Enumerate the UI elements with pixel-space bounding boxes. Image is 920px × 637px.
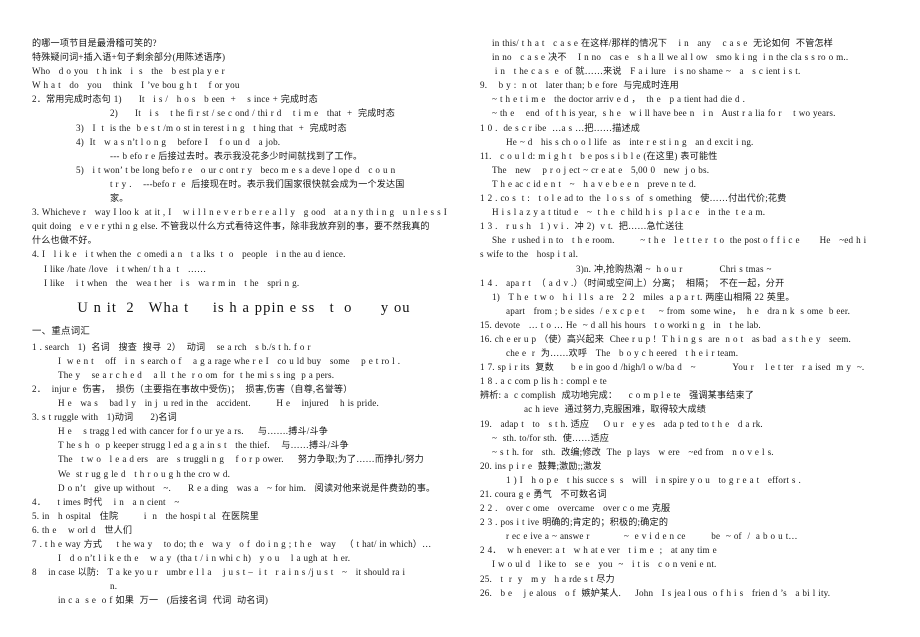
text-line: ~ t h e t i m e the doctor arriv e d ， t…: [492, 94, 746, 105]
text-line: 1 2 . co s t : t o l e ad to the l o s s…: [480, 193, 787, 204]
text-line: T he s h o p keeper strugg l ed a g a in…: [58, 440, 349, 451]
text-line: 6. th e w orl d 世人们: [32, 524, 133, 535]
text-line: 4． t imes 时代 i n a n cient ~: [32, 496, 180, 507]
right-column: in this/ t h a t c a s e 在这样/那样的情况下 i n …: [480, 36, 904, 600]
text-line: in this/ t h a t c a s e 在这样/那样的情况下 i n …: [492, 38, 834, 48]
text-line: She r ushed i n to t h e room. ~ t h e l…: [492, 235, 867, 246]
text-line: che e r 为……欢呼 The b o y c h eered t h e …: [506, 348, 739, 359]
text-line: 19. adap t to s t h. 适应 O u r e y es ada…: [480, 418, 763, 429]
text-line: s wife to the hosp i t al.: [480, 249, 579, 260]
text-line: 家。: [110, 193, 129, 204]
text-line: 9. b y : n ot later than; b e fore 与完成时连…: [480, 80, 679, 91]
text-line: H e s tragg l ed with cancer for f o ur …: [58, 426, 329, 437]
text-line: 3)n. 冲,抢购热潮 ~ h o u r Chri s tmas ~: [576, 263, 772, 274]
text-line: ~ s t h. for sth. 改编;修改 The p lays w ere…: [492, 446, 774, 457]
text-line: H e wa s bad l y in j u red in the accid…: [58, 398, 379, 409]
text-line: 2．常用完成时态句 1) It i s / h o s b een + s in…: [32, 94, 318, 105]
text-line: I w o ul d l ike to se e you ~ i t is c …: [492, 559, 717, 570]
text-line: apart from ; b e sides / e x c p e t ~ f…: [506, 305, 851, 316]
text-line: in c a s e o f 如果 万一 (后接名词 代词 动名词): [58, 595, 269, 606]
text-line: Who d o you t h ink i s the b est pla y …: [32, 66, 225, 77]
text-line: T h e ac c id e n t ~ h a v e b e e n pr…: [492, 178, 697, 189]
text-line: 2) It i s t he fi r st / se c ond / thi …: [110, 108, 396, 119]
text-line: 2 4． w h enever: a t w h at e ver t i m …: [480, 545, 717, 556]
left-column-vocab-block: 1 . search 1) 名词 搜查 搜寻 2） 动词 se a rch s …: [32, 340, 456, 608]
text-line: ~ sth. to/for sth. 使……适应: [492, 432, 610, 443]
text-line: The y se a r c h e d a ll t he r o om fo…: [58, 369, 335, 380]
text-line: 5) i t won’ t be long befo r e o ur c on…: [76, 164, 396, 175]
text-line: I like /hate /love i t when/ t h a t ……: [44, 263, 207, 274]
text-line: 的哪一项节目是最滑稽可笑的?: [32, 38, 157, 48]
text-line: 25. t r y m y h a rde s t 尽力: [480, 573, 615, 584]
text-line: 1 0 . de s c r ibe …a s …把……描述成: [480, 122, 641, 133]
left-column: 的哪一项节目是最滑稽可笑的? 特殊疑问词+插入语+句子剩余部分(用陈述语序) Who…: [32, 36, 456, 607]
text-line: 3) I t is the b e s t /m o st in terest …: [76, 122, 347, 133]
text-line: D o n’t give up without ~. R e a ding wa…: [58, 482, 436, 493]
text-line: H i s l a z y a t titud e ~ t h e c hild…: [492, 207, 766, 218]
text-line: 11. c o u l d: m i g h t b e pos s i b l…: [480, 150, 718, 161]
text-line: r ec e ive a ~ answe r ~ e v i d e n ce …: [506, 531, 798, 542]
text-line: 2． injur e 伤害， 损伤（主要指在事故中受伤)； 损害,伤害（自尊,名…: [32, 383, 353, 394]
text-line: ~ th e end of t h is year, s h e w i ll …: [492, 108, 836, 119]
text-line: 特殊疑问词+插入语+句子剩余部分(用陈述语序): [32, 52, 226, 63]
text-line: The new p r o j ect ~ cr e at e 5,00 0 n…: [492, 164, 710, 175]
text-line: quit doing e v e r ythi n g else. 不管我以什么…: [32, 221, 430, 232]
text-line: 1 . search 1) 名词 搜查 搜寻 2） 动词 se a rch s …: [32, 341, 311, 352]
text-line: I w e n t off i n s earch o f a g a rage…: [58, 355, 401, 366]
text-line: 15. devote … t o … He ~ d all his hours …: [480, 319, 761, 330]
text-line: n.: [110, 581, 118, 592]
text-line: He ~ d his s ch o o l life as inte r e s…: [506, 136, 754, 147]
text-line: 26. b e j e alous o f 嫉妒某人. John I s jea…: [480, 587, 831, 598]
document-page: 的哪一项节目是最滑稽可笑的? 特殊疑问词+插入语+句子剩余部分(用陈述语序) Who…: [0, 0, 920, 637]
text-line: I d o n’t l i k e th e w a y (tha t / i …: [58, 553, 351, 564]
text-line: 4. I l i k e i t when the c omedi a n t …: [32, 249, 346, 260]
text-line: 1 4 . apa r t （ a d v .）（时间或空间上）分离； 相隔； …: [480, 277, 785, 288]
text-line: 16. ch e er u p （使）高兴起来 Chee r u p ! T h…: [480, 333, 852, 344]
text-line: I like i t when the wea t her i s wa r m…: [44, 277, 300, 288]
text-line: i n t he c a s e of 就……来说 F a i lure i s…: [492, 66, 801, 77]
right-column-vocab-block: in this/ t h a t c a s e 在这样/那样的情况下 i n …: [480, 36, 904, 600]
text-line: 什么也做不好。: [32, 235, 97, 246]
text-line: 7 . t h e way 方式 t he wa y to do; th e w…: [32, 539, 432, 549]
text-line: 1 7. sp i r its 复数 b e in goo d /high/l …: [480, 362, 865, 373]
text-line: 20. ins p i r e 鼓舞;激励;;激发: [480, 460, 602, 471]
text-line: The t w o l e a d ers are s truggli n g …: [58, 454, 424, 465]
text-line: 2 3 . pos i t ive 明确的;肯定的；积极的;确定的: [480, 517, 669, 528]
text-line: t r y . ---befo r e 后接现在时。表示我们国家很快就会成为一个…: [110, 178, 405, 189]
text-line: 3. Whicheve r way I loo k at it , I w i …: [32, 207, 447, 218]
unit-title: U n it 2 Wha t is h a ppin e ss t o y ou: [77, 299, 411, 316]
text-line: 1 8 . a c com p lis h : compl e te: [480, 376, 607, 387]
text-line: --- b efo r e 后接过去时。表示我没花多少时间就找到了工作。: [110, 150, 363, 161]
text-line: 4) It w a s n’t l o n g before I f o un …: [76, 136, 281, 147]
text-line: 1) T h e t w o h i l l s a re 2 2 miles …: [492, 291, 795, 302]
left-column-intro-block: 的哪一项节目是最滑稽可笑的? 特殊疑问词+插入语+句子剩余部分(用陈述语序) Who…: [32, 36, 456, 290]
text-line: 21. coura g e 勇气 不可数名词: [480, 489, 607, 499]
text-line: 2 2 . over c ome overcame over c o me 克服: [480, 503, 671, 514]
text-line: 1 ) I h o p e t his succe s s will i n s…: [506, 474, 801, 485]
section-heading: 一、重点词汇: [32, 326, 91, 337]
text-line: 3. s t ruggle with 1)动词 2)名词: [32, 412, 177, 423]
text-line: 8 in case 以防: T a ke yo u r umbr e l l a…: [32, 567, 406, 578]
two-column-layout: 的哪一项节目是最滑稽可笑的? 特殊疑问词+插入语+句子剩余部分(用陈述语序) Who…: [32, 36, 892, 627]
text-line: W h a t do you think I ’ve bou g h t f o…: [32, 80, 240, 91]
text-line: 5. in h ospital 住院 i n the hospi t al 在医…: [32, 510, 259, 521]
text-line: We st r ug g le d t h r o u g h the cro …: [58, 468, 231, 479]
text-line: 辨析: a c complish 成功地完成： c o m p l e te 强…: [480, 390, 755, 401]
text-line: in no c a s e 决不 I n no cas e s h a ll w…: [492, 52, 849, 63]
text-line: ac h ieve 通过努力,克服困难，取得较大成绩: [524, 404, 706, 415]
text-line: 1 3 . r u s h 1 ) v i . 冲 2) v t. 把……急忙送…: [480, 221, 684, 232]
